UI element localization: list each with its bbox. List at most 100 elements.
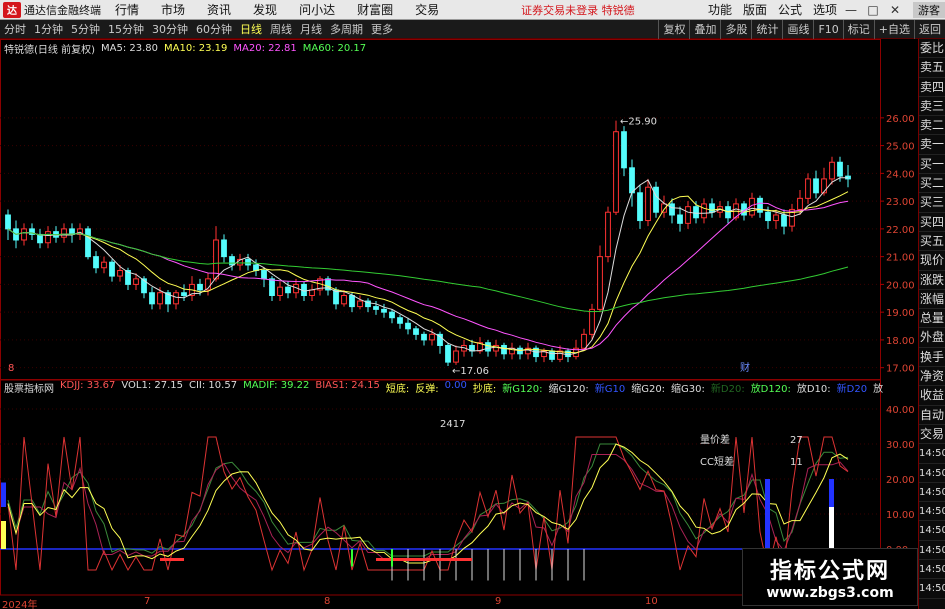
maximize-icon[interactable]: □ bbox=[865, 3, 881, 17]
tab-1min[interactable]: 1分钟 bbox=[34, 21, 63, 37]
stock-name-label[interactable]: 特锐德(日线 前复权) bbox=[4, 41, 95, 56]
tab-multi-period[interactable]: 多周期 bbox=[330, 21, 363, 37]
side-panel-item-8[interactable]: 买三 bbox=[919, 193, 945, 213]
signal-white-bar bbox=[829, 507, 834, 549]
side-panel-item-5[interactable]: 卖一 bbox=[919, 135, 945, 155]
side-panel-item-26[interactable]: 14:50 bbox=[919, 541, 945, 561]
indicator-value-12: 缩G20: bbox=[631, 383, 666, 395]
side-panel-item-18[interactable]: 收益 bbox=[919, 386, 945, 406]
multi-stock-button[interactable]: 多股 bbox=[720, 19, 751, 39]
side-panel-item-14[interactable]: 总量 bbox=[919, 309, 945, 329]
menu-banmian[interactable]: 版面 bbox=[743, 1, 767, 18]
side-panel-item-2[interactable]: 卖四 bbox=[919, 78, 945, 97]
side-panel-item-7[interactable]: 买二 bbox=[919, 174, 945, 194]
side-panel-item-16[interactable]: 换手 bbox=[919, 348, 945, 368]
indicator-value-4: BIAS1: 24.15 bbox=[315, 379, 380, 391]
candle-body bbox=[157, 292, 163, 305]
overlay-button[interactable]: 叠加 bbox=[689, 19, 720, 39]
side-panel-item-22[interactable]: 14:50 bbox=[919, 464, 945, 483]
side-panel-item-24[interactable]: 14:50 bbox=[919, 502, 945, 522]
side-panel-item-13[interactable]: 涨幅 bbox=[919, 290, 945, 310]
add-watchlist-button[interactable]: +自选 bbox=[873, 19, 914, 39]
side-panel-item-23[interactable]: 14:50 bbox=[919, 483, 945, 503]
tab-weekly[interactable]: 周线 bbox=[270, 21, 292, 37]
minimize-icon[interactable]: — bbox=[843, 3, 859, 17]
candle-body bbox=[821, 178, 827, 194]
ma20-label: MA20: 22.81 bbox=[233, 42, 297, 54]
indicator-value-15: 放D120: bbox=[750, 383, 791, 395]
menu-jiaoyi[interactable]: 交易 bbox=[415, 1, 439, 18]
side-panel-item-17[interactable]: 净资 bbox=[919, 367, 945, 387]
tab-60min[interactable]: 60分钟 bbox=[196, 21, 232, 37]
side-panel-item-21[interactable]: 14:50 bbox=[919, 444, 945, 464]
signal-left-yellow bbox=[1, 521, 6, 549]
app-logo-icon: 达 bbox=[3, 1, 21, 18]
menu-zixun[interactable]: 资讯 bbox=[207, 1, 231, 18]
mark-button[interactable]: 标记 bbox=[842, 19, 874, 39]
menu-faxian[interactable]: 发现 bbox=[253, 1, 277, 18]
draw-line-button[interactable]: 画线 bbox=[782, 19, 813, 39]
indicator-value-14: 新D20: bbox=[710, 383, 745, 395]
menu-hangqing[interactable]: 行情 bbox=[115, 1, 139, 18]
side-panel-item-20[interactable]: 交易 bbox=[919, 425, 945, 445]
candle-body bbox=[229, 256, 235, 266]
tab-15min[interactable]: 15分钟 bbox=[108, 21, 144, 37]
side-panel-item-9[interactable]: 买四 bbox=[919, 213, 945, 232]
candle-body bbox=[765, 211, 771, 222]
kline-chart[interactable]: 26.00 25.00 24.00 23.00 22.00 21.00 20.00 19.00… bbox=[0, 39, 918, 609]
menu-shichang[interactable]: 市场 bbox=[161, 1, 185, 18]
date-label-3: 9 bbox=[495, 596, 502, 607]
indicator-name[interactable]: 股票指标网 bbox=[4, 380, 54, 395]
candle-body bbox=[605, 211, 611, 258]
menu-wenxiaoda[interactable]: 问小达 bbox=[299, 1, 335, 18]
side-panel-item-27[interactable]: 14:50 bbox=[919, 560, 945, 580]
side-panel-item-0[interactable]: 委比 bbox=[919, 39, 945, 59]
tab-5min[interactable]: 5分钟 bbox=[71, 21, 100, 37]
tab-more[interactable]: 更多 bbox=[371, 21, 393, 37]
close-icon[interactable]: ✕ bbox=[887, 3, 903, 17]
side-panel-item-28[interactable]: 14:50 bbox=[919, 579, 945, 599]
side-panel-item-19[interactable]: 自动 bbox=[919, 406, 945, 425]
menu-gongneng[interactable]: 功能 bbox=[708, 1, 732, 18]
tab-monthly[interactable]: 月线 bbox=[300, 21, 322, 37]
stats-button[interactable]: 统计 bbox=[751, 19, 782, 39]
tab-30min[interactable]: 30分钟 bbox=[152, 21, 188, 37]
high-price-label: ←25.90 bbox=[620, 117, 657, 128]
guest-login-button[interactable]: 游客 bbox=[913, 1, 945, 18]
side-panel-item-3[interactable]: 卖三 bbox=[919, 97, 945, 117]
ma20-line bbox=[7, 200, 849, 351]
candle-body bbox=[693, 206, 699, 219]
side-panel-item-4[interactable]: 卖二 bbox=[919, 116, 945, 136]
side-panel-item-15[interactable]: 外盘 bbox=[919, 328, 945, 348]
indicator-value-8: 抄底: bbox=[472, 383, 497, 395]
candle-body bbox=[621, 131, 627, 169]
menu-caifuquan[interactable]: 财富圈 bbox=[357, 1, 393, 18]
candle-body bbox=[445, 344, 451, 363]
f10-button[interactable]: F10 bbox=[813, 19, 842, 39]
menu-gongshi[interactable]: 公式 bbox=[778, 1, 802, 18]
side-panel-item-1[interactable]: 卖五 bbox=[919, 58, 945, 78]
app-title: 通达信金融终端 bbox=[24, 3, 101, 17]
indicator-value-6: 反弹: bbox=[415, 383, 439, 395]
indicator-value-13: 缩G30: bbox=[671, 383, 705, 395]
fuquan-button[interactable]: 复权 bbox=[658, 19, 689, 39]
side-panel-item-11[interactable]: 现价 bbox=[919, 251, 945, 271]
menu-xuanxiang[interactable]: 选项 bbox=[813, 1, 837, 18]
candle-body bbox=[109, 261, 115, 277]
side-panel-item-6[interactable]: 买一 bbox=[919, 155, 945, 175]
side-panel-item-10[interactable]: 买五 bbox=[919, 232, 945, 252]
legend-value-1: 27 bbox=[790, 435, 803, 446]
candle-body bbox=[117, 270, 123, 277]
price-axis-label: 21.00 bbox=[886, 253, 915, 264]
trade-login-notice[interactable]: 证券交易未登录 特锐德 bbox=[521, 2, 635, 18]
candle-body bbox=[517, 347, 523, 355]
indicator-magenta-line bbox=[7, 454, 849, 560]
back-button[interactable]: 返回 bbox=[914, 19, 945, 39]
indicator-value-1: VOL1: 27.15 bbox=[121, 379, 183, 391]
tab-daily[interactable]: 日线 bbox=[240, 21, 262, 37]
side-panel-item-12[interactable]: 涨跌 bbox=[919, 271, 945, 290]
candle-body bbox=[637, 192, 643, 222]
watermark-title: 指标公式网 bbox=[769, 559, 890, 584]
side-panel-item-25[interactable]: 14:50 bbox=[919, 521, 945, 541]
tab-fenshi[interactable]: 分时 bbox=[4, 21, 26, 37]
